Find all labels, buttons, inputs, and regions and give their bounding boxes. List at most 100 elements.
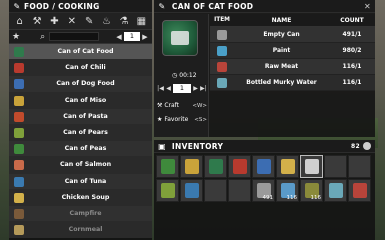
recipe-item[interactable]: Campfire [9,205,152,223]
favorite-key: <S> [194,116,207,123]
crossed-tools-icon[interactable]: ✕ [65,16,78,27]
search-input[interactable] [49,32,100,41]
ingredient-count: 116/1 [342,79,362,86]
flask-icon[interactable]: ⚗ [117,16,130,27]
sort-icon[interactable] [363,142,371,150]
ingredient-row[interactable]: Bottled Murky Water 116/1 [210,75,375,91]
paint-icon [217,45,227,56]
ingredient-row[interactable]: Empty Can 491/1 [210,27,375,43]
favorites-star-icon[interactable]: ★ [12,32,20,42]
recipe-item[interactable]: Can of Dog Food [9,76,152,93]
recipe-item-label: Campfire [69,209,102,217]
inventory-slot[interactable] [156,155,179,178]
craft-time: ◷ 00:12 [172,72,197,79]
min-quantity-button[interactable]: |◀ [157,84,164,93]
medical-icon[interactable]: ✚ [48,16,61,27]
inventory-slot[interactable] [204,179,227,202]
recipe-item[interactable]: Can of Salmon [9,157,152,174]
inventory-info: 82 [351,142,371,150]
recipe-item-label: Chicken Soup [61,193,110,201]
can-icon [233,159,247,174]
slot-count: 491 [262,195,274,201]
can-icon [14,192,24,203]
inventory-slot[interactable] [180,179,203,202]
ingredient-count: 491/1 [342,31,362,38]
clock-icon: ◷ [172,72,178,79]
recipe-item[interactable]: Chicken Soup [9,189,152,206]
bottle-icon [217,77,227,88]
close-icon[interactable]: ✕ [364,2,371,11]
inventory-slot[interactable]: 491 [252,179,275,202]
inventory-slot[interactable] [228,155,251,178]
ingredient-count: 980/2 [342,47,362,54]
inventory-slot[interactable] [324,179,347,202]
recipe-item[interactable]: Can of Miso [9,92,152,109]
decrease-quantity-button[interactable]: ◀ [165,84,172,93]
favorite-label: Favorite [164,116,189,123]
star-icon: ★ [157,116,163,123]
next-page-icon[interactable]: ▶ [142,33,148,41]
recipe-preview: ◷ 00:12 |◀ ◀ 1 ▶ ▶| ⚒ Craft <W> ★ Favori… [154,14,209,137]
quantity-stepper: |◀ ◀ 1 ▶ ▶| [157,84,207,93]
can-icon [14,63,24,74]
page-number: 1 [124,32,140,41]
ingredient-name: Empty Can [263,31,300,38]
recipes-panel: ✎ FOOD / COOKING ⌂ ⚒ ✚ ✕ ✎ ♨ ⚗ ▦ ★ ⌕ ◀ 1… [9,0,152,240]
recipe-item-label: Can of Cat Food [57,48,114,56]
recipe-item-label: Can of Pasta [63,112,108,120]
col-item: ITEM [214,17,230,23]
inventory-slot[interactable]: 116 [300,179,323,202]
inventory-slot[interactable] [156,179,179,202]
max-quantity-button[interactable]: ▶| [200,84,207,93]
fork-knife-icon[interactable]: ♨ [100,16,113,27]
can-icon [281,159,295,174]
inventory-header: ▣ INVENTORY 82 [154,140,375,153]
inventory-slot[interactable]: 116 [276,179,299,202]
inventory-slot[interactable] [348,155,371,178]
inventory-slot[interactable] [276,155,299,178]
inventory-slot[interactable] [228,179,251,202]
col-name: NAME [271,16,292,24]
inventory-slot[interactable] [300,155,323,178]
wrench-icon: ✎ [13,1,21,11]
recipe-detail-panel: ✎ CAN OF CAT FOOD ✕ ◷ 00:12 |◀ ◀ 1 ▶ ▶| … [154,0,375,137]
recipes-header: ✎ FOOD / COOKING [9,0,152,13]
can-icon [161,183,175,198]
ingredient-row[interactable]: Raw Meat 116/1 [210,59,375,75]
detail-title: CAN OF CAT FOOD [171,1,254,11]
wrench-icon[interactable]: ✎ [83,16,96,27]
increase-quantity-button[interactable]: ▶ [192,84,199,93]
recipe-item[interactable]: Can of Pasta [9,108,152,125]
recipe-item[interactable]: Can of Pears [9,124,152,142]
can-icon [14,47,24,57]
slot-count: 116 [286,195,298,201]
recipe-item[interactable]: Can of Cat Food [9,44,152,61]
inventory-slot[interactable] [324,155,347,178]
favorite-button[interactable]: ★ Favorite <S> [157,116,207,123]
inventory-slot[interactable] [180,155,203,178]
craft-button[interactable]: ⚒ Craft <W> [157,102,207,109]
ingredient-rows: Empty Can 491/1 Paint 980/2 Raw Meat 116/1 Bot… [210,27,375,91]
recipe-item-label: Can of Dog Food [56,80,115,88]
ingredient-row[interactable]: Paint 980/2 [210,43,375,59]
inventory-grid: 491 116 116 [156,155,371,202]
recipe-item-label: Can of Pears [63,129,108,137]
grid-icon[interactable]: ▦ [135,16,148,27]
can-icon [14,111,24,122]
recipe-item-label: Can of Tuna [64,177,107,185]
inventory-slot[interactable] [252,155,275,178]
recipe-item[interactable]: Can of Tuna [9,173,152,190]
prev-page-icon[interactable]: ◀ [116,33,122,41]
ingredient-item-cell [210,61,234,72]
backpack-icon: ▣ [158,141,166,151]
tools-icon[interactable]: ⚒ [31,16,44,27]
home-icon[interactable]: ⌂ [13,16,26,27]
inventory-slot[interactable] [204,155,227,178]
inventory-slot[interactable] [348,179,371,202]
quantity-value[interactable]: 1 [173,84,191,93]
recipe-item[interactable]: Cornmeal [9,222,152,239]
craft-key: <W> [192,102,207,109]
recipe-item[interactable]: Can of Chili [9,60,152,77]
recipe-item[interactable]: Can of Peas [9,141,152,158]
empty-can-icon [217,29,227,40]
